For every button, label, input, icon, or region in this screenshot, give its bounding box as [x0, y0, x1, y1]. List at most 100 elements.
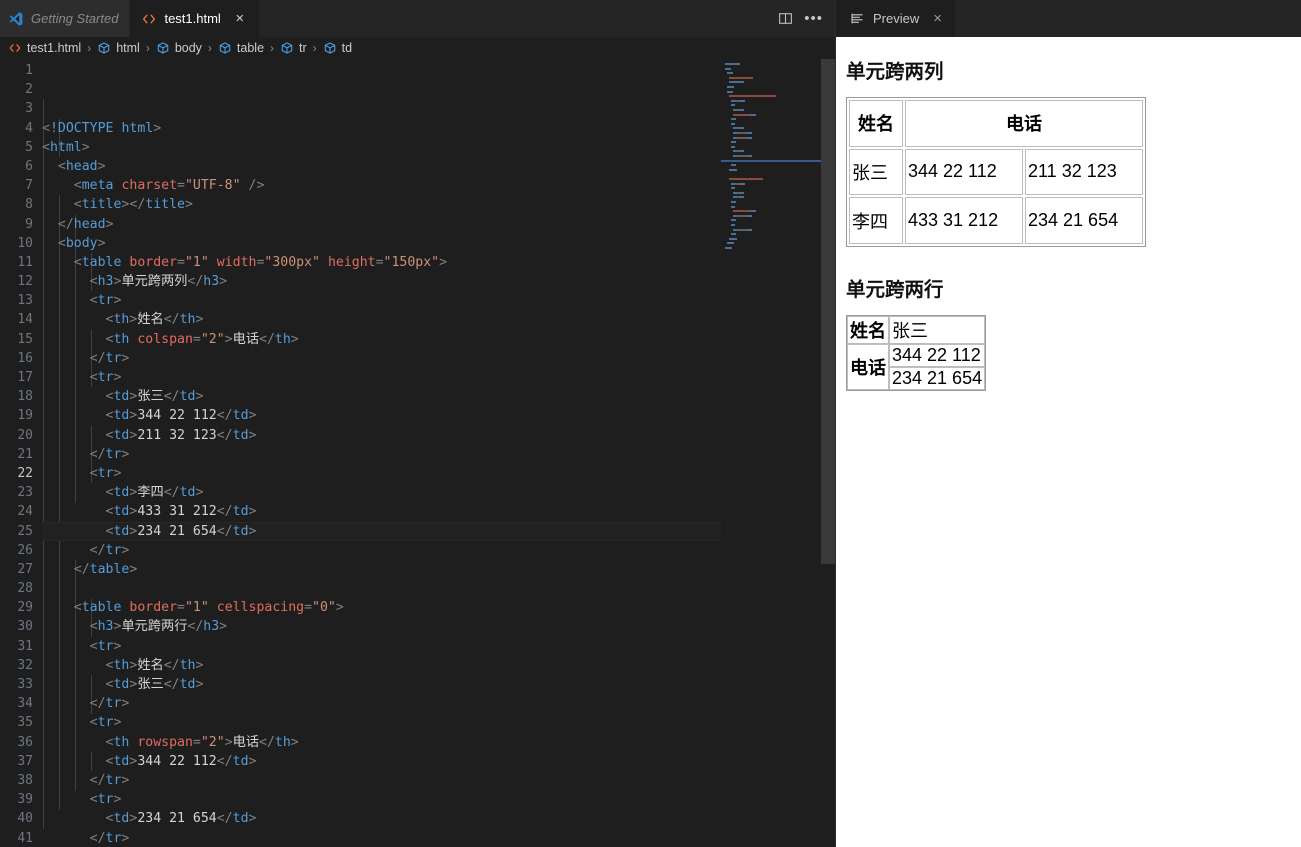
code-line: <tr> — [89, 792, 122, 808]
table-row: 张三 344 22 112 211 32 123 — [849, 148, 1143, 196]
header-name: 姓名 — [847, 316, 889, 344]
code-line: <td>234 21 654</td> — [42, 521, 835, 541]
line-number: 22 — [17, 465, 33, 481]
code-line: </tr> — [89, 696, 130, 712]
line-number: 32 — [17, 657, 33, 673]
code-line: <td>234 21 654</td> — [105, 811, 257, 827]
line-number: 9 — [25, 216, 33, 232]
code-line: <html> — [42, 139, 90, 155]
preview-heading-colspan: 单元跨两列 — [846, 61, 944, 83]
code-line: <td>张三</td> — [105, 677, 204, 693]
breadcrumb-label: table — [236, 41, 265, 55]
code-content[interactable]: <!DOCTYPE html> <html> <head> <meta chars… — [42, 59, 835, 847]
preview-group: Preview × 单元跨两列 姓名 电话 张三 344 22 112 211 … — [836, 0, 1301, 847]
colspan-table: 姓名 电话 张三 344 22 112 211 32 123 李四 433 31… — [846, 97, 1146, 247]
table-row: 电话 344 22 112 — [847, 344, 986, 390]
line-number: 2 — [25, 82, 33, 98]
line-number: 39 — [17, 792, 33, 808]
line-number: 18 — [17, 389, 33, 405]
code-line: <td>李四</td> — [105, 485, 204, 501]
line-number: 6 — [25, 158, 33, 174]
code-line: <td>张三</td> — [105, 389, 204, 405]
line-number: 26 — [17, 542, 33, 558]
symbol-field-icon — [324, 42, 335, 54]
editor-actions: ••• — [777, 0, 835, 37]
preview-content: 单元跨两列 姓名 电话 张三 344 22 112 211 32 123 李四 … — [836, 37, 1301, 847]
breadcrumb-item-table[interactable]: table — [218, 41, 264, 55]
line-number: 10 — [17, 235, 33, 251]
line-number: 36 — [17, 734, 33, 750]
editor-vertical-scrollbar[interactable] — [821, 59, 835, 847]
line-number: 28 — [17, 581, 33, 597]
code-line: <table border="1" width="300px" height="… — [73, 254, 448, 270]
cell-name: 张三 — [849, 148, 903, 196]
line-number: 4 — [25, 120, 33, 136]
code-line: </tr> — [89, 772, 130, 788]
symbol-field-icon — [157, 42, 169, 54]
preview-tabbar: Preview × — [836, 0, 1301, 37]
preview-tab-close-icon[interactable]: × — [933, 10, 942, 27]
line-number: 33 — [17, 677, 33, 692]
line-number: 19 — [17, 408, 33, 424]
line-number: 3 — [25, 101, 33, 117]
code-line: <tr> — [89, 465, 122, 481]
line-number: 38 — [17, 772, 33, 788]
tab-label: Getting Started — [31, 11, 119, 26]
code-line: <table border="1" cellspacing="0"> — [73, 600, 344, 616]
code-line: <tr> — [89, 293, 122, 309]
breadcrumb-label: tr — [299, 41, 307, 55]
breadcrumb-label: body — [174, 41, 202, 55]
line-number: 23 — [17, 485, 33, 501]
line-number: 7 — [25, 178, 33, 194]
breadcrumb-item-file[interactable]: test1.html — [8, 41, 81, 55]
breadcrumb-item-body[interactable]: body — [156, 41, 202, 55]
line-number: 20 — [17, 427, 33, 443]
line-number: 16 — [17, 350, 33, 366]
tab-getting-started[interactable]: Getting Started — [0, 0, 131, 37]
vscode-window: Getting Started test1.html × ••• test1.h… — [0, 0, 1301, 847]
line-number: 40 — [17, 811, 33, 827]
header-phone: 电话 — [847, 344, 889, 390]
line-number: 11 — [17, 254, 33, 270]
breadcrumb-separator: › — [270, 41, 275, 55]
line-number: 12 — [17, 274, 33, 290]
editor-group: Getting Started test1.html × ••• test1.h… — [0, 0, 836, 847]
code-line: <td>344 22 112</td> — [105, 408, 257, 424]
symbol-field-icon — [219, 42, 231, 54]
breadcrumb-item-tr[interactable]: tr — [280, 41, 307, 55]
rowspan-table: 姓名 张三 电话 344 22 112 234 21 654 — [846, 315, 987, 391]
more-actions-icon[interactable]: ••• — [804, 11, 823, 26]
tab-test1-html[interactable]: test1.html × — [130, 0, 260, 37]
code-editor[interactable]: 1 2 3 4 5 6 7 8 9 10 11 12 13 14 15 16 17 18 19 20 21 22 23 24 2… — [0, 59, 835, 847]
symbol-field-icon — [98, 42, 110, 54]
code-line: <th>姓名</th> — [105, 657, 204, 673]
code-line: </tr> — [89, 446, 130, 462]
header-name: 姓名 — [849, 100, 903, 147]
code-line: </table> — [73, 561, 138, 577]
breadcrumb-label: td — [341, 41, 353, 55]
line-number: 35 — [17, 715, 33, 731]
cell-name-value: 张三 — [889, 316, 986, 344]
cell-phone1: 344 22 112 — [889, 344, 986, 367]
cell-name: 李四 — [849, 197, 903, 244]
code-line: </head> — [57, 216, 114, 232]
vscode-logo-icon — [9, 11, 23, 26]
line-number: 21 — [17, 446, 33, 462]
line-number: 27 — [17, 561, 33, 577]
cell-phone2: 234 21 654 — [889, 367, 986, 390]
line-number: 5 — [25, 139, 33, 155]
code-line: <body> — [57, 235, 106, 251]
scrollbar-thumb[interactable] — [821, 59, 835, 564]
preview-heading-rowspan: 单元跨两行 — [846, 279, 944, 301]
breadcrumb-item-html[interactable]: html — [97, 41, 140, 55]
split-editor-icon[interactable] — [777, 10, 794, 27]
table-header-row: 姓名 电话 — [849, 100, 1143, 147]
code-line: <td>344 22 112</td> — [105, 753, 257, 769]
code-line: <th rowspan="2">电话</th> — [105, 734, 299, 750]
breadcrumb: test1.html › html › body › table › tr › … — [0, 37, 835, 59]
tab-close-icon[interactable]: × — [232, 11, 248, 26]
line-number: 30 — [17, 619, 33, 635]
header-phone: 电话 — [905, 100, 1143, 147]
tab-preview[interactable]: Preview × — [836, 0, 956, 37]
breadcrumb-item-td[interactable]: td — [323, 41, 352, 55]
